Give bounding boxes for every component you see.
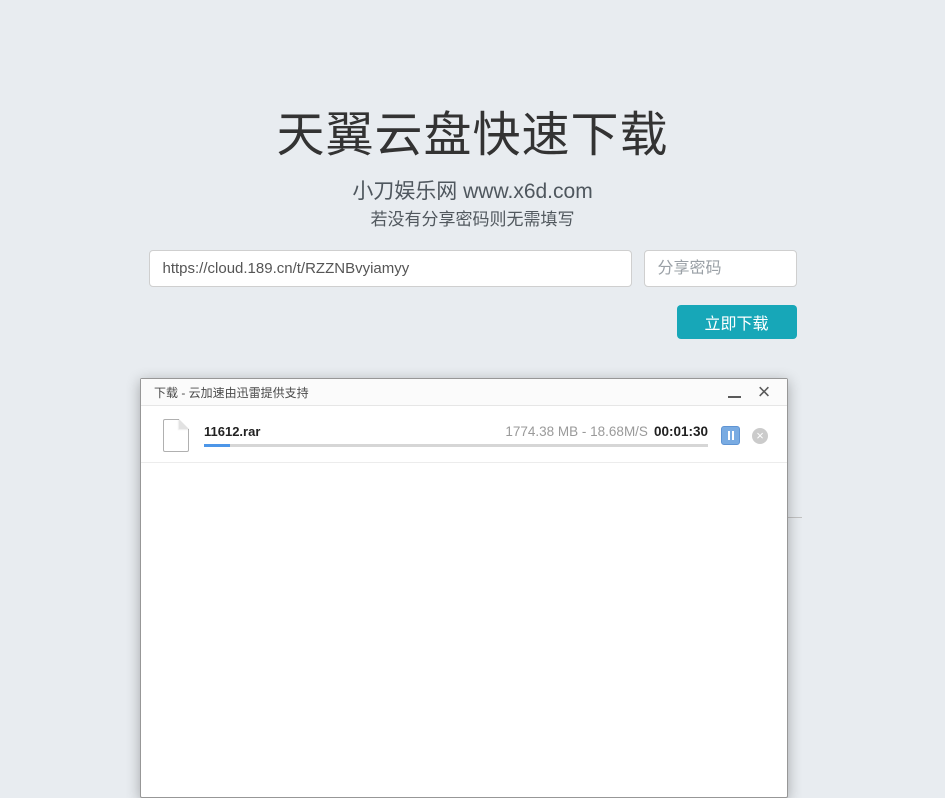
file-info: 11612.rar 1774.38 MB - 18.68M/S 00:01:30 bbox=[204, 424, 708, 447]
minimize-button[interactable] bbox=[719, 379, 749, 405]
cancel-task-button[interactable]: × bbox=[752, 428, 768, 444]
window-controls: × bbox=[719, 379, 779, 405]
file-icon bbox=[163, 419, 189, 452]
share-password-input[interactable] bbox=[644, 250, 797, 287]
time-remaining: 00:01:30 bbox=[654, 424, 708, 439]
download-form: 立即下载 bbox=[149, 250, 797, 339]
dialog-titlebar[interactable]: 下载 - 云加速由迅雷提供支持 × bbox=[141, 379, 787, 406]
pause-button[interactable] bbox=[721, 426, 740, 445]
password-hint-text: 若没有分享密码则无需填写 bbox=[0, 209, 945, 231]
download-dialog-window: 下载 - 云加速由迅雷提供支持 × 11612.rar 1774.38 MB -… bbox=[140, 378, 788, 798]
file-size-speed: 1774.38 MB - 18.68M/S bbox=[505, 424, 648, 439]
button-row: 立即下载 bbox=[149, 305, 797, 339]
pause-icon bbox=[728, 431, 734, 440]
page-title: 天翼云盘快速下载 bbox=[0, 106, 945, 166]
cancel-circle-icon: × bbox=[756, 429, 764, 442]
download-now-button[interactable]: 立即下载 bbox=[677, 305, 797, 339]
close-button[interactable]: × bbox=[749, 379, 779, 405]
download-task-row: 11612.rar 1774.38 MB - 18.68M/S 00:01:30… bbox=[141, 406, 787, 463]
close-icon: × bbox=[758, 382, 771, 402]
dialog-title: 下载 - 云加速由迅雷提供支持 bbox=[154, 384, 309, 401]
progress-bar bbox=[204, 444, 708, 447]
hero-section: 天翼云盘快速下载 小刀娱乐网 www.x6d.com 若没有分享密码则无需填写 bbox=[0, 0, 945, 231]
task-controls: × bbox=[721, 426, 768, 445]
site-subtitle: 小刀娱乐网 www.x6d.com bbox=[0, 178, 945, 205]
minimize-icon bbox=[728, 396, 741, 398]
progress-fill bbox=[204, 444, 230, 447]
share-url-input[interactable] bbox=[149, 250, 632, 287]
file-name: 11612.rar bbox=[204, 424, 260, 439]
input-row bbox=[149, 250, 797, 287]
